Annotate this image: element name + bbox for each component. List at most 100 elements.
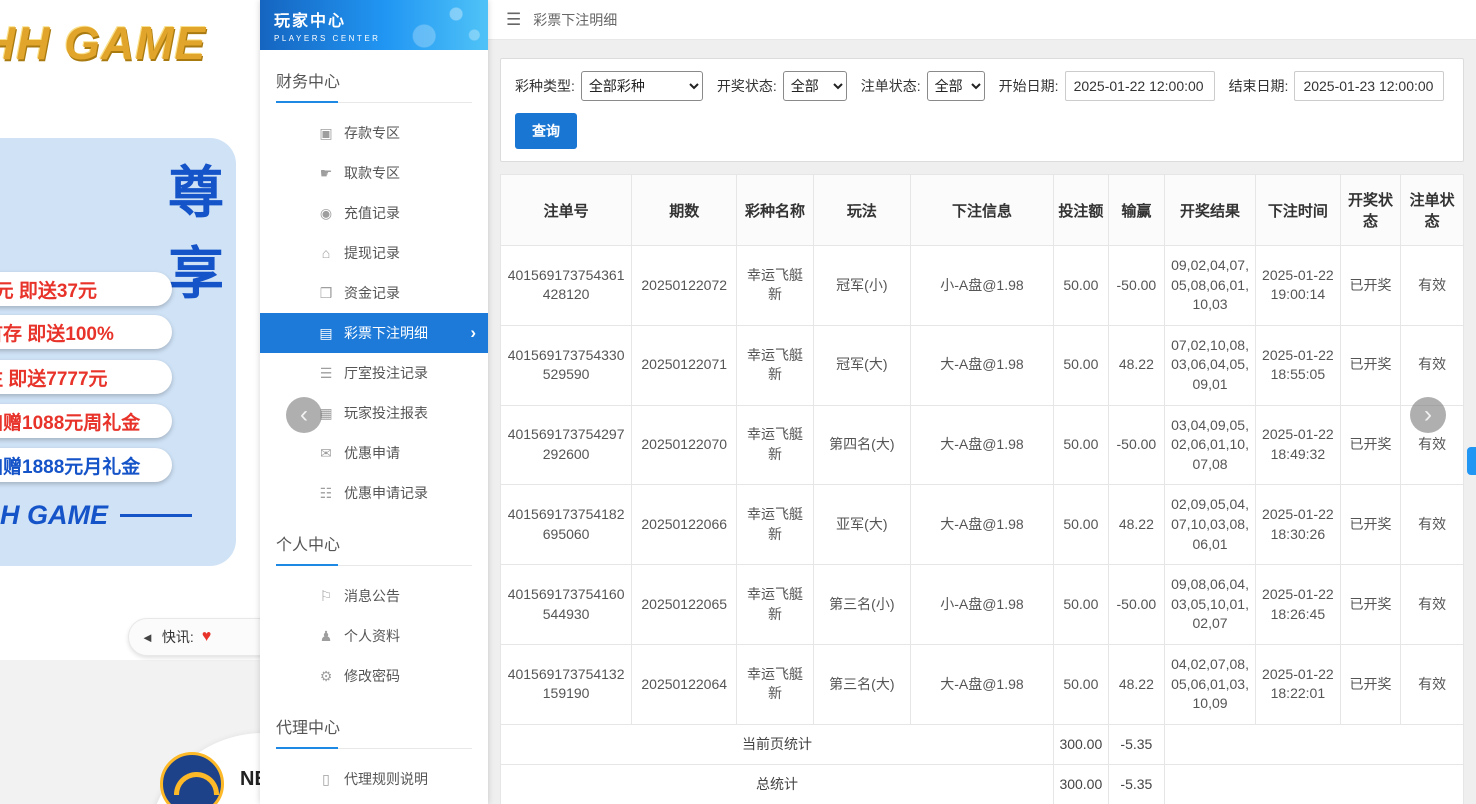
col-draw-status: 开奖状态 [1339, 174, 1402, 246]
sidebar-item-label: 取款专区 [344, 165, 400, 181]
col-lottery-name: 彩种名称 [736, 174, 814, 246]
promo-records-icon: ☷ [319, 484, 333, 501]
col-win-loss: 输赢 [1107, 174, 1166, 246]
cell-lottery-name: 幸运飞艇新 [736, 564, 814, 645]
deposit-icon: ▣ [319, 124, 333, 141]
bets-table-card: 注单号 期数 彩种名称 玩法 下注信息 投注额 输赢 开奖结果 下注时间 开奖状… [499, 174, 1464, 804]
cell-bet-status: 有效 [1400, 564, 1464, 645]
sidebar-item-agent-team-stats[interactable]: ▥ 代理团队统计 [260, 799, 488, 804]
sidebar-item-hall-bet-records[interactable]: ☰ 厅室投注记录 [260, 353, 488, 393]
grand-summary-label: 总统计 [499, 764, 1055, 804]
document-icon: ▯ [322, 770, 330, 787]
floating-widget-tab[interactable] [1467, 447, 1476, 475]
cell-win-loss: 48.22 [1107, 324, 1166, 406]
cell-bet-id: 401569173754361428120 [499, 245, 633, 326]
end-date-label: 结束日期: [1228, 78, 1289, 94]
bet-status-select[interactable]: 全部 [926, 71, 985, 101]
cell-bet-amount: 50.00 [1053, 564, 1109, 645]
col-bet-id: 注单号 [499, 174, 633, 246]
table-row: 401569173754160544930 20250122065 幸运飞艇新 … [499, 564, 1464, 645]
grand-summary-win-loss: -5.35 [1107, 764, 1166, 804]
grand-summary-bet-total: 300.00 [1053, 764, 1109, 804]
promo-pill: 注 即送7777元 [0, 360, 172, 394]
cell-play-type: 冠军(大) [812, 324, 911, 406]
carousel-prev-button[interactable]: ‹ [286, 397, 322, 433]
grand-summary-row: 总统计 300.00 -5.35 [499, 764, 1464, 804]
announcement-bell-icon: ⚐ [319, 587, 333, 604]
hamburger-menu-icon[interactable]: ☰ [506, 10, 521, 30]
sidebar-header: 玩家中心 PLAYERS CENTER [260, 0, 488, 50]
promo-panel: HH GAME 尊享 0元 即送37元 首存 即送100% 注 即送7777元 … [0, 0, 260, 804]
cell-draw-status: 已开奖 [1339, 245, 1402, 326]
start-date-input[interactable] [1064, 71, 1215, 101]
cell-bet-info: 大-A盘@1.98 [909, 404, 1055, 486]
carousel-next-button[interactable]: › [1410, 397, 1446, 433]
page-summary-row: 当前页统计 300.00 -5.35 [499, 723, 1464, 766]
cell-bet-status: 有效 [1400, 484, 1464, 566]
end-date-input[interactable] [1294, 71, 1445, 101]
cell-draw-result: 09,08,06,04,03,05,10,01,02,07 [1164, 564, 1256, 645]
cell-bet-time: 2025-01-22 18:55:05 [1254, 324, 1341, 406]
sidebar-item-recharge-records[interactable]: ◉ 充值记录 [260, 193, 488, 233]
sidebar-item-fund-records[interactable]: ❒ 资金记录 [260, 273, 488, 313]
gear-icon: ⚙ [319, 667, 333, 684]
cell-draw-result: 09,02,04,07,05,08,06,01,10,03 [1164, 245, 1256, 326]
bet-status-label: 注单状态: [860, 78, 921, 94]
recharge-records-icon: ◉ [319, 204, 333, 221]
promo-hero-title: 尊享 [168, 161, 224, 305]
promo-pill: 首存 即送100% [0, 315, 172, 349]
section-personal: 个人中心 ⚐ 消息公告 ♟ 个人资料 ⚙ 修改密码 [260, 523, 488, 696]
table-row: 401569173754132159190 20250122064 幸运飞艇新 … [499, 643, 1464, 725]
table-row: 401569173754297292600 20250122070 幸运飞艇新 … [499, 404, 1464, 486]
cell-play-type: 第三名(小) [812, 564, 911, 645]
speaker-icon: ◄ [141, 629, 154, 645]
sidebar-item-change-password[interactable]: ⚙ 修改密码 [260, 656, 488, 696]
sidebar-item-agent-rules[interactable]: ▯ 代理规则说明 [260, 759, 488, 799]
sidebar-item-label: 玩家投注报表 [344, 405, 428, 421]
cell-bet-time: 2025-01-22 18:49:32 [1254, 404, 1341, 486]
sidebar-item-profile[interactable]: ♟ 个人资料 [260, 616, 488, 656]
sidebar-item-label: 资金记录 [344, 285, 400, 301]
cell-bet-time: 2025-01-22 18:22:01 [1254, 643, 1341, 725]
section-title-finance: 财务中心 [276, 60, 472, 103]
sidebar-item-lottery-bet-details[interactable]: ▤ 彩票下注明细 › [260, 313, 488, 353]
main-content: ☰ 彩票下注明细 彩种类型: 全部彩种 开奖状态: 全部 注单状态: 全部 开始… [488, 0, 1476, 804]
sidebar-item-withdrawal-records[interactable]: ⌂ 提现记录 [260, 233, 488, 273]
page-summary-win-loss: -5.35 [1107, 723, 1166, 766]
promo-pill: 加赠1888元月礼金 [0, 448, 172, 482]
cell-win-loss: 48.22 [1107, 484, 1166, 566]
section-finance: 财务中心 ▣ 存款专区 ☛ 取款专区 ◉ 充值记录 ⌂ 提现记录 ❒ 资金记录 [260, 60, 488, 513]
sidebar-item-label: 个人资料 [344, 628, 400, 644]
cell-period: 20250122065 [631, 564, 738, 645]
cell-bet-id: 401569173754330529590 [499, 324, 633, 406]
cell-bet-amount: 50.00 [1053, 245, 1109, 326]
cell-lottery-name: 幸运飞艇新 [736, 643, 814, 725]
sidebar-item-label: 代理规则说明 [344, 771, 428, 787]
cell-bet-status: 有效 [1400, 245, 1464, 326]
sidebar-item-promo-application-records[interactable]: ☷ 优惠申请记录 [260, 473, 488, 513]
ticker-label: 快讯: [161, 629, 194, 645]
cell-draw-status: 已开奖 [1339, 643, 1402, 725]
cell-bet-amount: 50.00 [1053, 484, 1109, 566]
section-agent: 代理中心 ▯ 代理规则说明 ▥ 代理团队统计 [260, 706, 488, 804]
col-bet-status: 注单状态 [1400, 174, 1464, 246]
cell-win-loss: 48.22 [1107, 643, 1166, 725]
section-title-personal: 个人中心 [276, 523, 472, 566]
start-date-label: 开始日期: [998, 78, 1059, 94]
draw-status-select[interactable]: 全部 [782, 71, 847, 101]
page-summary-label: 当前页统计 [499, 723, 1055, 766]
sidebar-item-announcements[interactable]: ⚐ 消息公告 [260, 576, 488, 616]
sidebar-item-promo-application[interactable]: ✉ 优惠申请 [260, 433, 488, 473]
cell-bet-info: 小-A盘@1.98 [909, 245, 1055, 326]
cell-play-type: 第四名(大) [812, 404, 911, 486]
cell-draw-status: 已开奖 [1339, 324, 1402, 406]
sidebar-item-withdraw-zone[interactable]: ☛ 取款专区 [260, 153, 488, 193]
cell-lottery-name: 幸运飞艇新 [736, 404, 814, 486]
search-button[interactable]: 查询 [515, 113, 577, 149]
sidebar-item-deposit-zone[interactable]: ▣ 存款专区 [260, 113, 488, 153]
lottery-type-select[interactable]: 全部彩种 [580, 71, 703, 101]
cell-bet-status: 有效 [1400, 643, 1464, 725]
cell-bet-id: 401569173754182695060 [499, 484, 633, 566]
cell-lottery-name: 幸运飞艇新 [736, 245, 814, 326]
col-play-type: 玩法 [812, 174, 911, 246]
